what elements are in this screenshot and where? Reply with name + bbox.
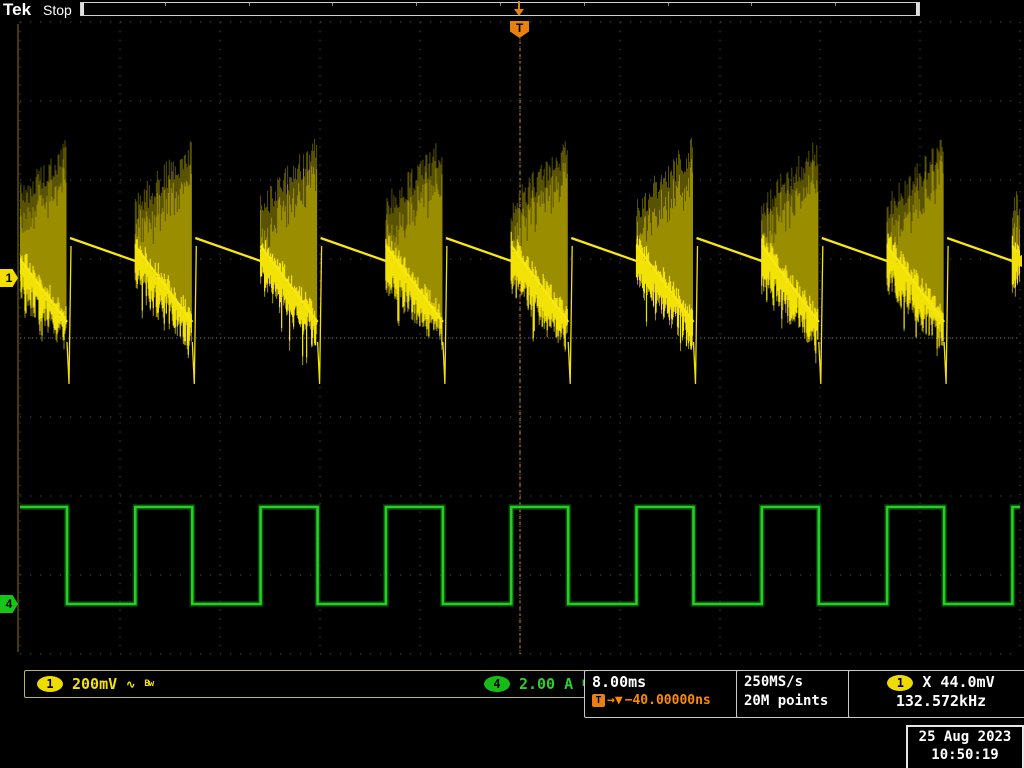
record-division-tick xyxy=(249,3,250,6)
channel-readout-box[interactable]: 1 200mV ∿ Bw 4 2.00 A Bw xyxy=(24,670,604,698)
horizontal-scale: 8.00ms xyxy=(592,673,742,692)
graticule-and-waveforms xyxy=(0,0,1024,768)
record-division-tick xyxy=(751,3,752,6)
ch4-scale: 2.00 A xyxy=(519,675,573,693)
record-division-tick xyxy=(668,3,669,6)
ch1-coupling-icon: ∿ xyxy=(126,678,135,691)
horizontal-delay: −40.00000ns xyxy=(625,692,711,709)
ch4-badge[interactable]: 4 xyxy=(484,676,510,692)
record-division-tick xyxy=(165,3,166,6)
ch1-bandwidth-icon: Bw xyxy=(144,679,153,689)
ch1-badge[interactable]: 1 xyxy=(37,676,63,692)
record-view-bar[interactable] xyxy=(80,2,920,16)
acquisition-status: Stop xyxy=(43,2,72,18)
trigger-slope-icon: X xyxy=(922,673,931,692)
record-window-left-bracket xyxy=(81,3,84,15)
record-trigger-position-icon[interactable] xyxy=(512,1,526,17)
sample-rate: 250MS/s xyxy=(744,673,850,692)
delay-arrow-icons: →▼ xyxy=(607,692,623,709)
oscilloscope-screen: Tek Stop T 1 4 1 200mV ∿ Bw 4 2.00 A Bw … xyxy=(0,0,1024,768)
record-division-tick xyxy=(584,3,585,6)
ch1-scale: 200mV xyxy=(72,675,117,693)
datetime-box: 25 Aug 2023 10:50:19 xyxy=(906,725,1024,768)
horizontal-readout-box[interactable]: 8.00ms T →▼ −40.00000ns xyxy=(584,670,750,718)
acquisition-readout-box[interactable]: 250MS/s 20M points xyxy=(736,670,858,718)
trigger-level: 44.0mV xyxy=(940,673,994,692)
trigger-source-badge[interactable]: 1 xyxy=(887,675,913,691)
record-window-right-bracket xyxy=(916,3,919,15)
brand-logo: Tek xyxy=(3,0,31,20)
date-label: 25 Aug 2023 xyxy=(908,728,1022,746)
record-length: 20M points xyxy=(744,692,850,711)
record-division-tick xyxy=(416,3,417,6)
record-division-tick xyxy=(500,3,501,6)
trigger-t-icon: T xyxy=(592,694,605,707)
record-division-tick xyxy=(332,3,333,6)
trigger-frequency: 132.572kHz xyxy=(857,692,1024,710)
record-division-tick xyxy=(835,3,836,6)
time-label: 10:50:19 xyxy=(908,746,1022,764)
trigger-readout-box[interactable]: 1 X 44.0mV 132.572kHz xyxy=(848,670,1024,718)
